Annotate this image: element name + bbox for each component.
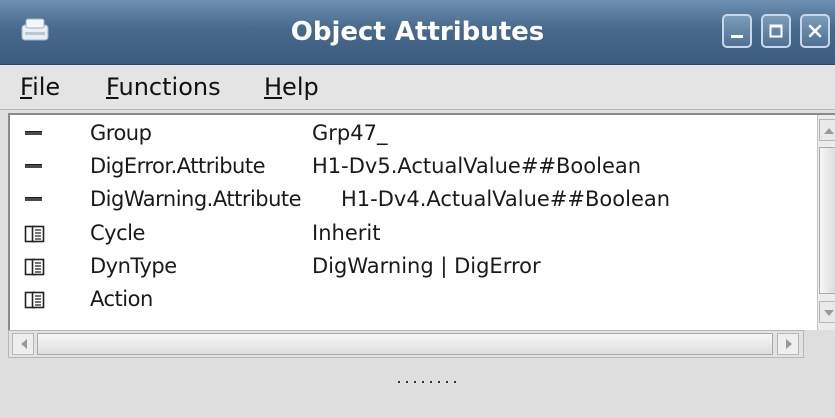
attribute-name: Cycle <box>90 221 145 245</box>
menu-functions-mnemonic: F <box>106 73 119 101</box>
menu-functions-label: unctions <box>118 73 221 101</box>
pane-splitter-handle[interactable] <box>396 370 460 383</box>
menu-file-mnemonic: F <box>20 73 33 101</box>
maximize-icon <box>769 24 783 38</box>
vertical-scroll-thumb[interactable] <box>819 147 835 294</box>
arrow-left-icon <box>21 339 27 349</box>
title-bar[interactable]: Object Attributes <box>0 0 835 65</box>
attribute-name: Action <box>90 287 153 311</box>
arrow-up-icon <box>824 128 834 134</box>
grip-icon <box>398 381 456 383</box>
attribute-name: DynType <box>90 254 177 278</box>
attribute-row-cycle[interactable]: Cycle Inherit <box>10 217 810 250</box>
scroll-down-button[interactable] <box>819 301 835 323</box>
vertical-scrollbar[interactable] <box>817 115 835 330</box>
attribute-name: DigError.Attribute <box>90 154 266 178</box>
folder-icon[interactable] <box>24 217 45 250</box>
attribute-icon <box>24 117 44 150</box>
attribute-list[interactable]: Group Grp47_ DigError.Attribute H1-Dv5.A… <box>8 113 835 330</box>
attribute-name: Group <box>90 121 152 145</box>
horizontal-scroll-thumb[interactable] <box>37 333 773 355</box>
menu-file[interactable]: File <box>20 65 60 109</box>
close-icon <box>808 24 822 38</box>
attribute-icon <box>24 150 44 183</box>
attribute-icon <box>24 183 44 216</box>
attribute-row-digerror[interactable]: DigError.Attribute H1-Dv5.ActualValue##B… <box>10 150 810 183</box>
horizontal-scrollbar[interactable] <box>8 330 804 358</box>
maximize-button[interactable] <box>761 14 791 48</box>
scroll-up-button[interactable] <box>819 119 835 141</box>
attribute-value[interactable]: Inherit <box>312 217 380 250</box>
menu-bar: File Functions Help <box>0 65 835 110</box>
arrow-down-icon <box>824 310 834 316</box>
attribute-value[interactable]: H1-Dv4.ActualValue##Boolean <box>341 183 670 216</box>
attribute-value[interactable]: Grp47_ <box>312 117 387 150</box>
menu-help[interactable]: Help <box>264 65 319 109</box>
menu-file-label: ile <box>32 73 61 101</box>
attribute-row-action[interactable]: Action <box>10 283 810 316</box>
menu-help-label: elp <box>282 73 319 101</box>
folder-icon[interactable] <box>24 250 45 283</box>
attribute-value[interactable]: DigWarning | DigError <box>312 250 541 283</box>
attribute-row-group[interactable]: Group Grp47_ <box>10 117 810 150</box>
attribute-row-digwarning[interactable]: DigWarning.Attribute H1-Dv4.ActualValue#… <box>10 183 810 216</box>
menu-functions[interactable]: Functions <box>106 65 221 109</box>
minimize-button[interactable] <box>722 14 752 48</box>
close-button[interactable] <box>800 14 830 48</box>
attribute-value[interactable]: H1-Dv5.ActualValue##Boolean <box>312 150 641 183</box>
minimize-icon <box>731 35 743 38</box>
scroll-right-button[interactable] <box>777 333 799 355</box>
scroll-left-button[interactable] <box>12 333 34 355</box>
arrow-right-icon <box>786 339 792 349</box>
window-title: Object Attributes <box>290 17 545 47</box>
menu-help-mnemonic: H <box>264 73 283 101</box>
attribute-name: DigWarning.Attribute <box>90 187 302 211</box>
attribute-row-dyntype[interactable]: DynType DigWarning | DigError <box>10 250 810 283</box>
folder-icon[interactable] <box>24 283 45 316</box>
